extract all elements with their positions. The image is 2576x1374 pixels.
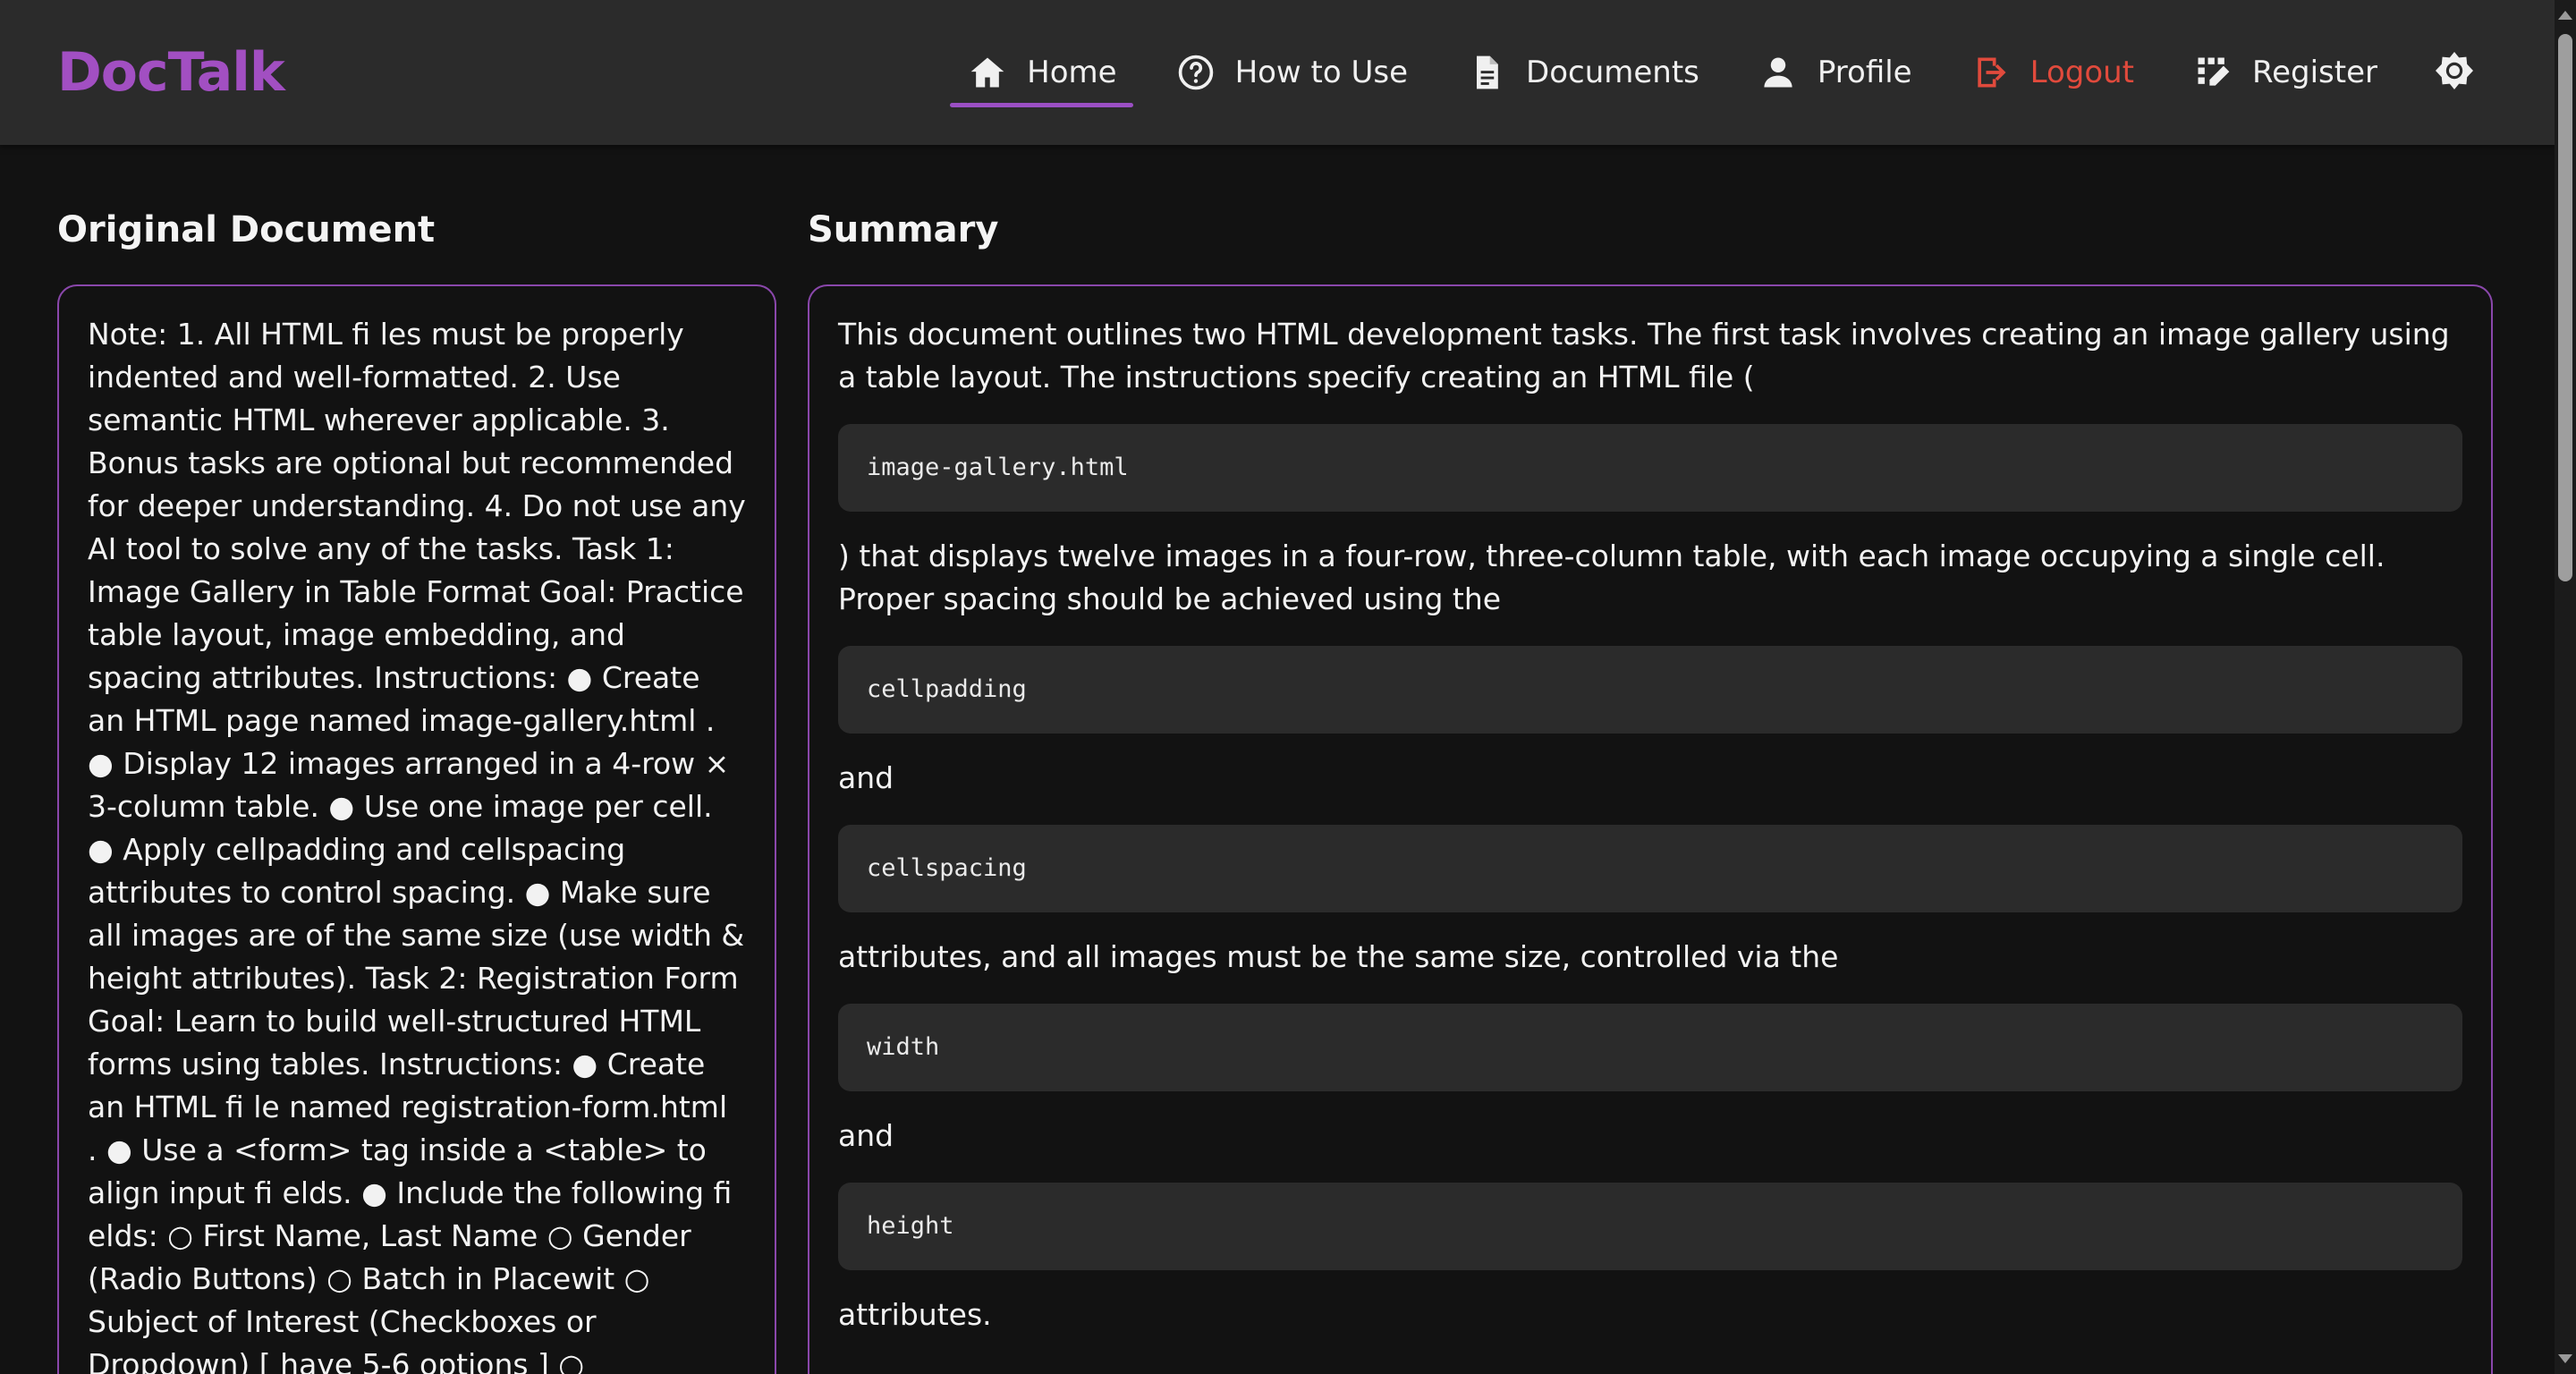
nav-profile[interactable]: Profile [1758,0,1912,145]
nav-how-to-use[interactable]: How to Use [1176,0,1408,145]
page-scrollbar[interactable] [2555,0,2576,1374]
theme-toggle-button[interactable] [2433,51,2476,94]
nav-register-label: Register [2252,55,2377,90]
summary-paragraph: attributes, and all images must be the s… [838,939,1839,974]
original-document-title: Original Document [57,209,436,250]
nav-profile-label: Profile [1817,55,1912,90]
home-icon [968,53,1007,92]
sun-icon [2433,49,2476,96]
summary-paragraph: attributes. [838,1297,992,1332]
nav-logout-label: Logout [2029,55,2135,90]
scroll-down-arrow-icon[interactable] [2558,1354,2572,1363]
nav-documents[interactable]: Documents [1467,0,1699,145]
document-icon [1467,53,1506,92]
code-block: cellspacing [838,825,2462,912]
scroll-thumb[interactable] [2558,34,2572,581]
nav-how-to-use-label: How to Use [1234,55,1409,90]
summary-paragraph: and [838,1118,894,1153]
nav-register[interactable]: Register [2193,0,2377,145]
app: DocTalk Home How to Use Documents Profil… [0,0,2576,1374]
original-document-text: Note: 1. All HTML fi les must be properl… [88,317,746,1374]
navbar: DocTalk Home How to Use Documents Profil… [0,0,2555,145]
code-block: cellpadding [838,646,2462,734]
logout-icon [1971,53,2011,92]
summary-paragraph: This document outlines two HTML developm… [838,317,2450,394]
nav-home[interactable]: Home [950,0,1134,145]
original-document-panel[interactable]: Note: 1. All HTML fi les must be properl… [57,284,776,1374]
code-block: width [838,1004,2462,1091]
nav-logout[interactable]: Logout [1971,0,2134,145]
summary-panel[interactable]: This document outlines two HTML developm… [808,284,2493,1374]
brand-logo[interactable]: DocTalk [57,41,285,104]
nav-home-label: Home [1027,55,1117,90]
scroll-up-arrow-icon[interactable] [2558,11,2572,20]
register-icon [2193,53,2233,92]
help-circle-icon [1176,53,1216,92]
person-icon [1758,53,1798,92]
code-block: height [838,1183,2462,1270]
code-block: image-gallery.html [838,424,2462,512]
summary-title: Summary [808,209,999,250]
main-nav: Home How to Use Documents Profile Logout… [909,0,2476,145]
nav-documents-label: Documents [1526,55,1699,90]
summary-paragraph: ) that displays twelve images in a four-… [838,539,2385,616]
summary-paragraph: and [838,760,894,795]
